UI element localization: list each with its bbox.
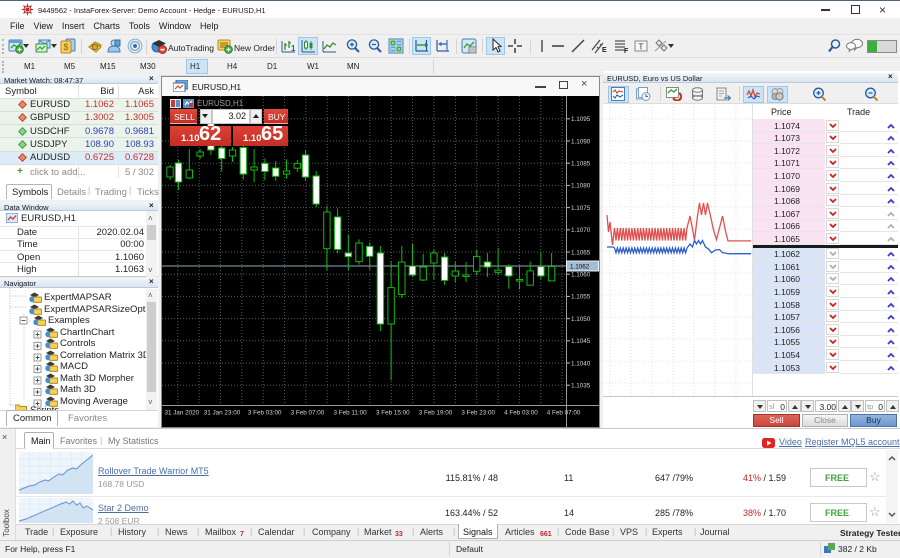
svg-text:1.1080: 1.1080: [571, 183, 591, 190]
svg-text:31 Jan 2020: 31 Jan 2020: [165, 410, 200, 417]
svg-text:1.1085: 1.1085: [571, 161, 591, 168]
svg-text:T: T: [639, 43, 644, 52]
svg-text:1.1045: 1.1045: [571, 338, 591, 345]
svg-text:1.1090: 1.1090: [571, 138, 591, 145]
svg-text:3 Feb 11:00: 3 Feb 11:00: [334, 410, 368, 417]
svg-text:E: E: [602, 47, 607, 54]
svg-text:31 Jan 23:00: 31 Jan 23:00: [204, 410, 241, 417]
svg-text:1.1040: 1.1040: [571, 360, 591, 367]
svg-text:$: $: [63, 42, 68, 52]
svg-text:1.1095: 1.1095: [571, 116, 591, 123]
svg-text:1.1062: 1.1062: [570, 264, 590, 271]
svg-text:1.1070: 1.1070: [571, 227, 591, 234]
svg-text:3 Feb 19:00: 3 Feb 19:00: [419, 410, 453, 417]
svg-text:3 Feb 03:00: 3 Feb 03:00: [248, 410, 282, 417]
svg-text:1.1060: 1.1060: [571, 272, 591, 279]
svg-text:F: F: [624, 48, 629, 54]
svg-text:1.1035: 1.1035: [571, 383, 591, 390]
svg-text:1.1065: 1.1065: [571, 249, 591, 256]
svg-text:3 Feb 23:00: 3 Feb 23:00: [461, 410, 495, 417]
svg-text:3 Feb 07:00: 3 Feb 07:00: [291, 410, 325, 417]
svg-text:4 Feb 07:00: 4 Feb 07:00: [547, 410, 581, 417]
svg-text:1: 1: [291, 44, 296, 53]
svg-text:1.1055: 1.1055: [571, 294, 591, 301]
svg-text:1.1050: 1.1050: [571, 316, 591, 323]
svg-text:4 Feb 03:00: 4 Feb 03:00: [504, 410, 538, 417]
svg-text:1.1075: 1.1075: [571, 205, 591, 212]
svg-text:3 Feb 15:00: 3 Feb 15:00: [376, 410, 410, 417]
